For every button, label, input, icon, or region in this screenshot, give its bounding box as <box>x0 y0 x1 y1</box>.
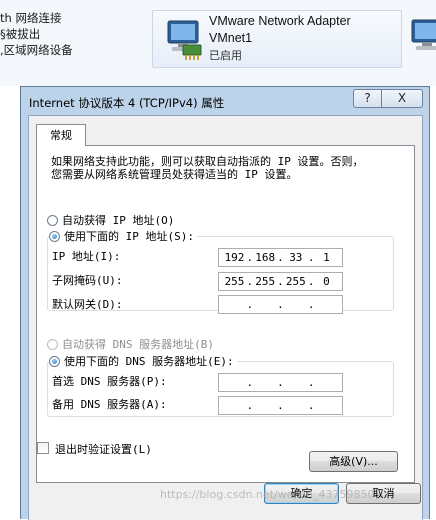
dot: . <box>277 298 284 311</box>
auto-ip-label: 自动获得 IP 地址(O) <box>62 214 175 227</box>
dot: . <box>307 376 315 389</box>
connection-list-left: th 网络连接 §被拔出 ,区域网络设备 <box>0 10 73 58</box>
dot: . <box>246 298 254 311</box>
ip-octet: 255 <box>255 275 276 288</box>
manual-dns-option[interactable]: 使用下面的 DNS 服务器地址(E): <box>49 354 237 368</box>
default-gateway-input[interactable]: . . . <box>218 295 343 314</box>
manual-ip-group: IP 地址(I): 192. 168. 33. 1 子网掩码(U): 255. … <box>47 236 394 314</box>
radio-button[interactable] <box>49 230 60 242</box>
radio-button <box>47 338 58 350</box>
ip-address-label: IP 地址(I): <box>52 250 121 263</box>
description-line-2: 您需要从网络系统管理员处获得适当的 IP 设置。 <box>51 168 298 181</box>
ip-octet: 255 <box>285 275 306 288</box>
auto-dns-option: 自动获得 DNS 服务器地址(B) <box>47 337 214 351</box>
dot: . <box>246 376 254 389</box>
ip-octet: 33 <box>289 251 303 264</box>
advanced-button[interactable]: 高级(V)... <box>309 451 398 472</box>
adapter-status: 已启用 <box>209 49 242 62</box>
manual-ip-option[interactable]: 使用下面的 IP 地址(S): <box>49 229 197 243</box>
ip-octet: 1 <box>323 251 330 264</box>
dot: . <box>277 399 284 412</box>
connection-device: ,区域网络设备 <box>0 43 73 57</box>
dot: . <box>246 275 254 288</box>
default-gateway-label: 默认网关(D): <box>52 298 123 311</box>
help-button[interactable]: ? <box>353 89 382 108</box>
manual-ip-label: 使用下面的 IP 地址(S): <box>64 230 194 243</box>
ip-octet: 0 <box>323 275 330 288</box>
dot: . <box>307 298 315 311</box>
connection-status: §被拔出 <box>0 27 41 41</box>
dot: . <box>277 376 284 389</box>
manual-dns-label: 使用下面的 DNS 服务器地址(E): <box>64 355 234 368</box>
vmnet1-adapter-tile[interactable]: VMware Network Adapter VMnet1 已启用 <box>152 10 402 68</box>
preferred-dns-input[interactable]: . . . <box>218 373 343 392</box>
close-button[interactable]: X <box>381 89 423 108</box>
watermark: https://blog.csdn.net/weixin_43759850 <box>160 488 375 501</box>
validate-on-exit-checkbox[interactable] <box>37 442 49 454</box>
dot: . <box>277 251 284 264</box>
manual-dns-group: 首选 DNS 服务器(P): . . . 备用 DNS 服务器(A): . . … <box>47 361 394 417</box>
ip-octet: 168 <box>255 251 276 264</box>
network-connections-window: th 网络连接 §被拔出 ,区域网络设备 VMware Network Adap… <box>0 0 436 86</box>
dot: . <box>277 275 284 288</box>
description-text: 如果网络支持此功能，则可以获取自动指派的 IP 设置。否则， 您需要从网络系统管… <box>51 155 364 181</box>
general-tab-panel: 如果网络支持此功能，则可以获取自动指派的 IP 设置。否则， 您需要从网络系统管… <box>36 145 415 483</box>
ip-address-input[interactable]: 192. 168. 33. 1 <box>218 248 343 267</box>
ip-octet: 192 <box>224 251 245 264</box>
radio-button[interactable] <box>49 355 60 367</box>
auto-ip-option[interactable]: 自动获得 IP 地址(O) <box>47 213 174 227</box>
adapter-name-line1: VMware Network Adapter <box>209 14 351 28</box>
subnet-mask-label: 子网掩码(U): <box>52 274 123 287</box>
dialog-client-area: 常规 如果网络支持此功能，则可以获取自动指派的 IP 设置。否则， 您需要从网络… <box>28 115 423 520</box>
auto-dns-label: 自动获得 DNS 服务器地址(B) <box>62 338 214 351</box>
connection-name[interactable]: th 网络连接 <box>0 10 73 26</box>
network-adapter-icon[interactable] <box>408 16 436 60</box>
description-line-1: 如果网络支持此功能，则可以获取自动指派的 IP 设置。否则， <box>51 155 364 168</box>
ip-octet: 255 <box>224 275 245 288</box>
radio-button[interactable] <box>47 214 58 226</box>
alternate-dns-input[interactable]: . . . <box>218 396 343 415</box>
dot: . <box>246 251 254 264</box>
preferred-dns-label: 首选 DNS 服务器(P): <box>52 375 167 388</box>
dot: . <box>307 399 315 412</box>
validate-on-exit-label: 退出时验证设置(L) <box>55 443 152 456</box>
alternate-dns-label: 备用 DNS 服务器(A): <box>52 398 167 411</box>
dot: . <box>307 251 315 264</box>
tab-general[interactable]: 常规 <box>36 124 86 146</box>
adapter-name-line2: VMnet1 <box>209 31 253 45</box>
network-adapter-icon <box>167 20 202 60</box>
subnet-mask-input[interactable]: 255. 255. 255. 0 <box>218 272 343 291</box>
dot: . <box>307 275 315 288</box>
dialog-title: Internet 协议版本 4 (TCP/IPv4) 属性 <box>29 96 225 110</box>
dot: . <box>246 399 254 412</box>
